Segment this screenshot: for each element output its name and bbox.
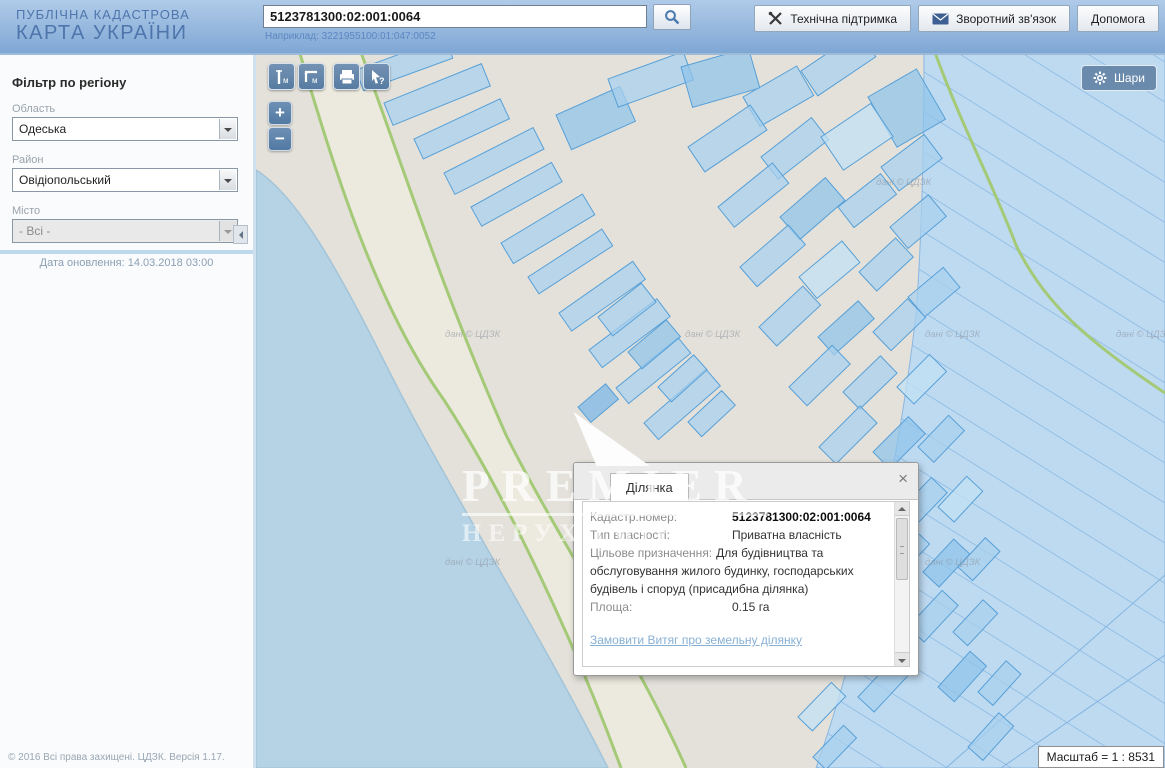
search-icon [664, 9, 680, 25]
svg-text:м: м [312, 76, 318, 85]
field-area: Площа: 0.15 га [590, 598, 887, 616]
map-toolbar: м м [268, 63, 325, 90]
svg-text:дані © ЦДЗК: дані © ЦДЗК [685, 329, 742, 340]
header-bar: ПУБЛІЧНА КАДАСТРОВА КАРТА УКРАЇНИ Наприк… [0, 0, 1165, 55]
svg-text:дані © ЦДЗК: дані © ЦДЗК [445, 329, 502, 340]
scroll-up-icon[interactable] [895, 502, 909, 516]
district-label: Район [12, 154, 253, 166]
svg-text:дані © ЦДЗК: дані © ЦДЗК [925, 329, 982, 340]
region-value: Одеська [13, 118, 237, 140]
popup-tab-parcel[interactable]: Ділянка [610, 473, 689, 501]
svg-text:дані © ЦДЗК: дані © ЦДЗК [876, 177, 933, 188]
update-date: Дата оновлення: 14.03.2018 03:00 [0, 257, 253, 269]
identify-button[interactable]: ? [363, 63, 390, 90]
district-select[interactable]: Овідіопольський [12, 168, 238, 192]
scale-indicator: Масштаб = 1 : 8531 [1038, 746, 1164, 768]
search-input[interactable] [263, 5, 647, 28]
svg-text:дані © ЦДЗК: дані © ЦДЗК [925, 557, 982, 568]
city-label: Місто [12, 205, 253, 217]
order-valuation-link[interactable]: Замовити Витяг про нормативну грошову оц… [590, 664, 887, 667]
sidebar-filter-panel: Фільтр по регіону Область Одеська Район … [0, 55, 256, 768]
district-value: Овідіопольський [13, 169, 237, 191]
header-buttons: Технічна підтримка Зворотний зв'язок Доп… [754, 5, 1159, 32]
logo-line2: КАРТА УКРАЇНИ [16, 22, 190, 45]
popup-scrollbar[interactable] [894, 502, 909, 666]
sidebar-divider [0, 250, 253, 254]
tech-support-label: Технічна підтримка [790, 12, 897, 26]
area-icon: м [303, 68, 321, 86]
filter-title: Фільтр по регіону [12, 75, 253, 90]
scroll-down-icon[interactable] [895, 652, 909, 666]
parcel-info-popup: Ділянка × Кадастр.номер: 5123781300:02:0… [573, 462, 919, 676]
site-logo[interactable]: ПУБЛІЧНА КАДАСТРОВА КАРТА УКРАЇНИ [16, 7, 190, 45]
tech-support-button[interactable]: Технічна підтримка [754, 5, 911, 32]
search-button[interactable] [653, 4, 691, 30]
order-extract-link[interactable]: Замовити Витяг про земельну ділянку [590, 631, 887, 649]
svg-text:?: ? [379, 76, 385, 86]
zoom-out-button[interactable]: − [268, 127, 292, 151]
layers-button-label: Шари [1114, 71, 1145, 85]
field-value: 5123781300:02:001:0064 [732, 508, 871, 526]
feedback-button[interactable]: Зворотний зв'язок [918, 5, 1070, 32]
print-button[interactable] [333, 63, 360, 90]
close-icon[interactable]: × [898, 469, 908, 489]
region-label: Область [12, 103, 253, 115]
gear-icon [1093, 71, 1107, 85]
region-select[interactable]: Одеська [12, 117, 238, 141]
svg-text:м: м [283, 76, 289, 85]
svg-text:дані © ЦДЗК: дані © ЦДЗК [445, 557, 502, 568]
field-value: 0.15 га [732, 598, 769, 616]
popup-body: Кадастр.номер: 5123781300:02:001:0064 Ти… [582, 501, 910, 667]
ruler-icon: м [273, 68, 291, 86]
printer-icon [338, 68, 356, 86]
chevron-down-icon[interactable] [219, 119, 236, 139]
feedback-label: Зворотний зв'язок [956, 12, 1056, 26]
copyright-text: © 2016 Всі права захищені. ЦДЗК. Версія … [8, 752, 225, 763]
field-label: Кадастр.номер: [590, 508, 732, 526]
scrollbar-thumb[interactable] [896, 518, 908, 580]
map-toolbar-2: ? [333, 63, 390, 90]
mail-icon [932, 13, 949, 25]
chevron-down-icon[interactable] [219, 170, 236, 190]
logo-line1: ПУБЛІЧНА КАДАСТРОВА [16, 7, 190, 22]
zoom-control: + − [268, 101, 292, 151]
field-label: Тип власності: [590, 526, 732, 544]
help-button[interactable]: Допомога [1077, 5, 1159, 32]
measure-distance-button[interactable]: м [268, 63, 295, 90]
tools-icon [768, 11, 783, 26]
cursor-help-icon: ? [368, 68, 386, 86]
field-designated-purpose: Цільове призначення:Для будівництва та о… [590, 544, 887, 598]
city-value: - Всі - [13, 220, 237, 242]
field-label: Цільове призначення: [590, 546, 712, 560]
city-select: - Всі - [12, 219, 238, 243]
layers-button[interactable]: Шари [1081, 65, 1157, 91]
app-window: дані © ЦДЗК дані © ЦДЗК дані © ЦДЗК дані… [0, 0, 1165, 768]
field-label: Площа: [590, 598, 732, 616]
help-label: Допомога [1091, 12, 1145, 26]
search-hint: Наприклад: 3221955100:01:047:0052 [265, 31, 436, 42]
field-ownership-type: Тип власності: Приватна власність [590, 526, 887, 544]
parcel-details: Кадастр.номер: 5123781300:02:001:0064 Ти… [590, 508, 887, 667]
field-cadastral-number: Кадастр.номер: 5123781300:02:001:0064 [590, 508, 887, 526]
svg-text:дані © ЦДЗК: дані © ЦДЗК [1116, 329, 1165, 340]
field-value: Приватна власність [732, 526, 842, 544]
zoom-in-button[interactable]: + [268, 101, 292, 125]
measure-area-button[interactable]: м [298, 63, 325, 90]
sidebar-collapse-button[interactable] [233, 225, 248, 244]
